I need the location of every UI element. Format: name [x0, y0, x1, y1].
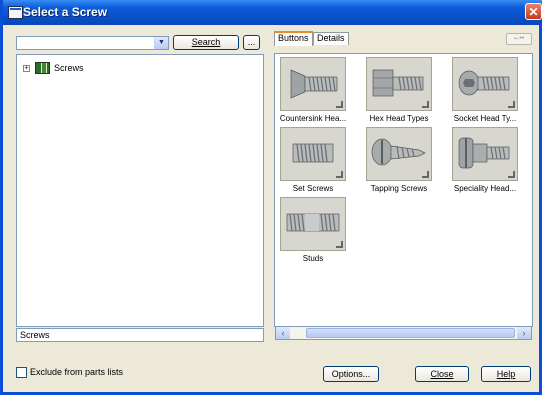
link-corner-icon	[336, 241, 343, 248]
screw-gallery[interactable]: Countersink Hea... Hex Head Types Socket…	[274, 53, 533, 327]
options-button-label: Options...	[331, 369, 371, 379]
help-button-label: Help	[496, 369, 516, 379]
tab-details-label: Details	[317, 33, 345, 43]
link-corner-icon	[422, 171, 429, 178]
gallery-item-tapping-screws[interactable]: Tapping Screws	[363, 127, 435, 197]
tapping-screw-thumbnail	[366, 127, 432, 181]
status-bar: Screws	[16, 328, 264, 342]
view-toggle-button[interactable]: ⭠••	[506, 33, 532, 45]
title-bar[interactable]: Select a Screw ✕	[3, 0, 542, 25]
close-icon: ✕	[528, 4, 539, 19]
set-screw-thumbnail	[280, 127, 346, 181]
gallery-item-socket-head[interactable]: Socket Head Ty...	[449, 57, 521, 127]
gallery-item-label: Set Screws	[292, 184, 334, 193]
window-title: Select a Screw	[23, 5, 108, 19]
gallery-horizontal-scrollbar[interactable]: ‹ ›	[275, 326, 532, 340]
expand-plus-icon[interactable]: +	[23, 64, 30, 72]
scrollbar-thumb[interactable]	[306, 328, 515, 338]
link-corner-icon	[336, 171, 343, 178]
gallery-item-label: Hex Head Types	[369, 114, 429, 123]
gallery-item-countersink[interactable]: Countersink Hea...	[277, 57, 349, 127]
link-corner-icon	[508, 101, 515, 108]
gallery-item-studs[interactable]: Studs	[277, 197, 349, 267]
status-text: Screws	[20, 330, 50, 340]
link-corner-icon	[422, 101, 429, 108]
chevron-down-icon[interactable]: ▼	[154, 37, 168, 49]
close-window-button[interactable]: ✕	[525, 3, 542, 20]
link-corner-icon	[336, 101, 343, 108]
search-combo[interactable]: ▼	[16, 36, 169, 50]
window-icon	[8, 6, 23, 19]
library-book-icon	[35, 62, 50, 74]
gallery-item-hex-head[interactable]: Hex Head Types	[363, 57, 435, 127]
speciality-head-screw-thumbnail	[452, 127, 518, 181]
tree-item-label: Screws	[54, 63, 84, 73]
gallery-item-label: Socket Head Ty...	[453, 114, 517, 123]
scroll-left-arrow-icon[interactable]: ‹	[276, 327, 290, 339]
search-button[interactable]: Search	[173, 35, 239, 50]
help-button[interactable]: Help	[481, 366, 531, 382]
tab-details[interactable]: Details	[313, 32, 349, 45]
scroll-right-arrow-icon[interactable]: ›	[517, 327, 531, 339]
close-button-label: Close	[430, 369, 454, 379]
gallery-item-label: Tapping Screws	[370, 184, 428, 193]
tree-item-screws[interactable]: + Screws	[23, 61, 84, 75]
options-button[interactable]: Options...	[323, 366, 379, 382]
hex-head-screw-thumbnail	[366, 57, 432, 111]
tab-buttons[interactable]: Buttons	[274, 31, 313, 46]
search-button-label: Search	[191, 37, 221, 47]
gallery-item-speciality-head[interactable]: Speciality Head...	[449, 127, 521, 197]
gallery-item-label: Studs	[302, 254, 324, 263]
gallery-item-label: Countersink Hea...	[279, 114, 347, 123]
browse-button-label: ...	[247, 37, 256, 47]
gallery-item-set-screws[interactable]: Set Screws	[277, 127, 349, 197]
exclude-parts-list-checkbox[interactable]	[16, 367, 27, 378]
gallery-item-label: Speciality Head...	[453, 184, 517, 193]
socket-head-screw-thumbnail	[452, 57, 518, 111]
countersink-screw-thumbnail	[280, 57, 346, 111]
close-button[interactable]: Close	[415, 366, 469, 382]
exclude-parts-list-label: Exclude from parts lists	[30, 367, 124, 377]
dialog-window: Select a Screw ✕ ▼ Search ... + Screws S…	[0, 0, 542, 395]
browse-button[interactable]: ...	[243, 35, 260, 50]
link-corner-icon	[508, 171, 515, 178]
view-toggle-icon: ⭠••	[513, 35, 525, 42]
stud-thumbnail	[280, 197, 346, 251]
tab-buttons-label: Buttons	[278, 33, 309, 43]
library-tree[interactable]: + Screws	[16, 54, 264, 327]
